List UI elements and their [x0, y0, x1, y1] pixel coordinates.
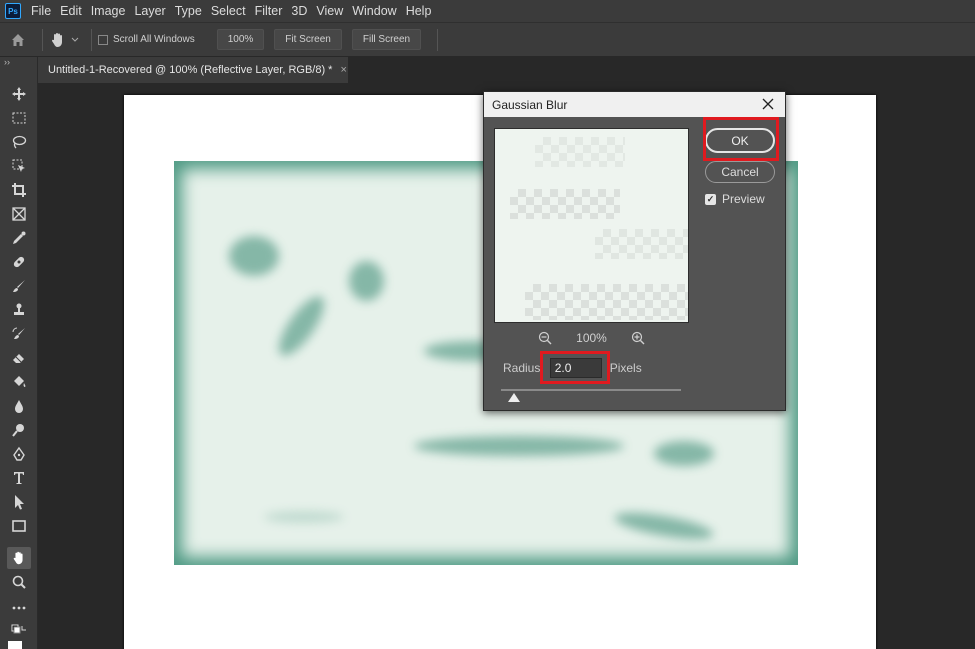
checkbox-box[interactable]	[98, 34, 108, 45]
move-tool-icon[interactable]	[7, 83, 31, 105]
close-icon[interactable]	[759, 95, 777, 113]
menu-file[interactable]: File	[31, 4, 59, 18]
radius-units: Pixels	[609, 361, 642, 375]
menu-type[interactable]: Type	[175, 4, 210, 18]
filter-preview[interactable]	[494, 128, 689, 323]
preview-transparency	[510, 189, 620, 219]
eyedropper-tool-icon[interactable]	[7, 227, 31, 249]
menu-bar: Ps File Edit Image Layer Type Select Fil…	[0, 0, 975, 22]
scroll-all-windows-checkbox[interactable]: Scroll All Windows	[98, 34, 195, 45]
foreground-background-color-swatch[interactable]	[8, 641, 22, 649]
panel-collapse-icon[interactable]: ››	[4, 57, 10, 67]
zoom-in-icon[interactable]	[631, 331, 645, 345]
artwork-blob	[414, 436, 624, 456]
preview-label: Preview	[722, 192, 765, 206]
dialog-title: Gaussian Blur	[492, 97, 568, 112]
zoom-out-icon[interactable]	[538, 331, 552, 345]
cancel-button[interactable]: Cancel	[705, 161, 775, 183]
close-icon[interactable]: ×	[340, 64, 346, 76]
fill-screen-button[interactable]: Fill Screen	[351, 29, 422, 50]
radius-slider-track[interactable]	[501, 389, 681, 391]
menu-window[interactable]: Window	[352, 4, 404, 18]
tools-panel: ››	[0, 57, 38, 649]
history-brush-tool-icon[interactable]	[7, 323, 31, 345]
radius-label: Radius:	[503, 361, 544, 375]
menu-layer[interactable]: Layer	[134, 4, 173, 18]
paint-bucket-tool-icon[interactable]	[7, 371, 31, 393]
preview-transparency	[535, 137, 625, 167]
photoshop-logo-icon: Ps	[5, 3, 21, 19]
hand-tool-preset-icon[interactable]	[49, 31, 79, 49]
scroll-all-windows-label: Scroll All Windows	[113, 34, 195, 45]
menu-view[interactable]: View	[316, 4, 351, 18]
swap-colors-icon[interactable]	[7, 621, 31, 643]
blur-tool-icon[interactable]	[7, 395, 31, 417]
chevron-down-icon	[71, 37, 79, 42]
check-icon[interactable]: ✓	[705, 193, 716, 205]
dialog-title-bar[interactable]: Gaussian Blur	[484, 92, 785, 117]
object-selection-tool-icon[interactable]	[7, 155, 31, 177]
marquee-tool-icon[interactable]	[7, 107, 31, 129]
document-tab-title: Untitled-1-Recovered @ 100% (Reflective …	[48, 64, 333, 76]
frame-tool-icon[interactable]	[7, 203, 31, 225]
path-selection-tool-icon[interactable]	[7, 491, 31, 513]
more-tools-icon[interactable]	[7, 597, 31, 619]
artwork-blob	[349, 261, 384, 301]
menu-edit[interactable]: Edit	[60, 4, 90, 18]
artwork-blob	[229, 236, 279, 276]
separator	[91, 28, 92, 51]
preview-zoom-controls: 100%	[494, 330, 689, 346]
menu-help[interactable]: Help	[406, 4, 440, 18]
hand-tool-icon[interactable]	[7, 547, 31, 569]
lasso-tool-icon[interactable]	[7, 131, 31, 153]
document-tab-bar: Untitled-1-Recovered @ 100% (Reflective …	[38, 57, 975, 83]
clone-stamp-tool-icon[interactable]	[7, 299, 31, 321]
preview-zoom-level: 100%	[576, 331, 607, 345]
menu-select[interactable]: Select	[211, 4, 254, 18]
artwork-blob	[264, 511, 344, 523]
menu-filter[interactable]: Filter	[255, 4, 291, 18]
options-bar: Scroll All Windows 100% Fit Screen Fill …	[0, 22, 975, 56]
radius-input-highlight	[540, 351, 610, 384]
separator	[42, 28, 43, 51]
fit-screen-button[interactable]: Fit Screen	[274, 29, 342, 50]
dodge-tool-icon[interactable]	[7, 419, 31, 441]
eraser-tool-icon[interactable]	[7, 347, 31, 369]
preview-transparency	[595, 229, 688, 259]
menu-3d[interactable]: 3D	[291, 4, 315, 18]
separator	[437, 28, 439, 51]
artwork-blob	[654, 441, 714, 466]
rectangle-tool-icon[interactable]	[7, 515, 31, 537]
menu-image[interactable]: Image	[91, 4, 134, 18]
preview-transparency	[525, 284, 688, 320]
zoom-100-button[interactable]: 100%	[216, 29, 265, 50]
document-tab[interactable]: Untitled-1-Recovered @ 100% (Reflective …	[38, 57, 348, 83]
crop-tool-icon[interactable]	[7, 179, 31, 201]
ok-button-highlight	[703, 117, 779, 161]
pen-tool-icon[interactable]	[7, 443, 31, 465]
radius-slider-thumb[interactable]	[507, 393, 520, 402]
zoom-tool-icon[interactable]	[7, 571, 31, 593]
healing-brush-tool-icon[interactable]	[7, 251, 31, 273]
type-tool-icon[interactable]	[7, 467, 31, 489]
home-icon[interactable]	[0, 23, 36, 57]
preview-checkbox[interactable]: ✓ Preview	[705, 192, 765, 206]
brush-tool-icon[interactable]	[7, 275, 31, 297]
